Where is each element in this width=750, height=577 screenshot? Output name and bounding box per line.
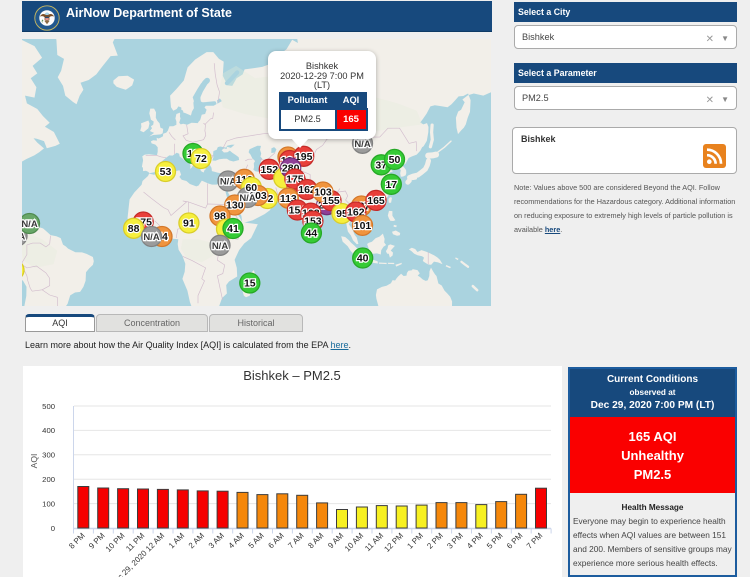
svg-text:1 PM: 1 PM xyxy=(405,531,425,551)
svg-text:400: 400 xyxy=(42,426,55,435)
svg-text:3 AM: 3 AM xyxy=(207,531,226,550)
svg-text:8 PM: 8 PM xyxy=(67,531,87,551)
svg-text:7 AM: 7 AM xyxy=(286,531,305,550)
svg-text:2 AM: 2 AM xyxy=(187,531,206,550)
svg-text:AQI: AQI xyxy=(29,454,39,469)
svg-text:500: 500 xyxy=(42,402,55,411)
svg-text:8 AM: 8 AM xyxy=(306,531,325,550)
svg-text:5 PM: 5 PM xyxy=(485,531,505,551)
svg-text:300: 300 xyxy=(42,451,55,460)
svg-text:10 PM: 10 PM xyxy=(104,531,127,554)
svg-text:3 PM: 3 PM xyxy=(445,531,465,551)
svg-text:6 AM: 6 AM xyxy=(266,531,285,550)
svg-text:7 PM: 7 PM xyxy=(525,531,545,551)
svg-text:4 AM: 4 AM xyxy=(227,531,246,550)
svg-text:12 PM: 12 PM xyxy=(382,531,405,554)
svg-text:4 PM: 4 PM xyxy=(465,531,485,551)
svg-text:200: 200 xyxy=(42,475,55,484)
svg-text:1 AM: 1 AM xyxy=(167,531,186,550)
svg-text:6 PM: 6 PM xyxy=(505,531,525,551)
svg-text:11 AM: 11 AM xyxy=(363,531,385,553)
svg-text:10 AM: 10 AM xyxy=(343,531,366,554)
svg-text:100: 100 xyxy=(42,499,55,508)
svg-text:Bishkek – PM2.5: Bishkek – PM2.5 xyxy=(243,368,341,383)
svg-text:2 PM: 2 PM xyxy=(425,531,445,551)
svg-text:0: 0 xyxy=(51,524,55,533)
svg-text:5 AM: 5 AM xyxy=(247,531,266,550)
